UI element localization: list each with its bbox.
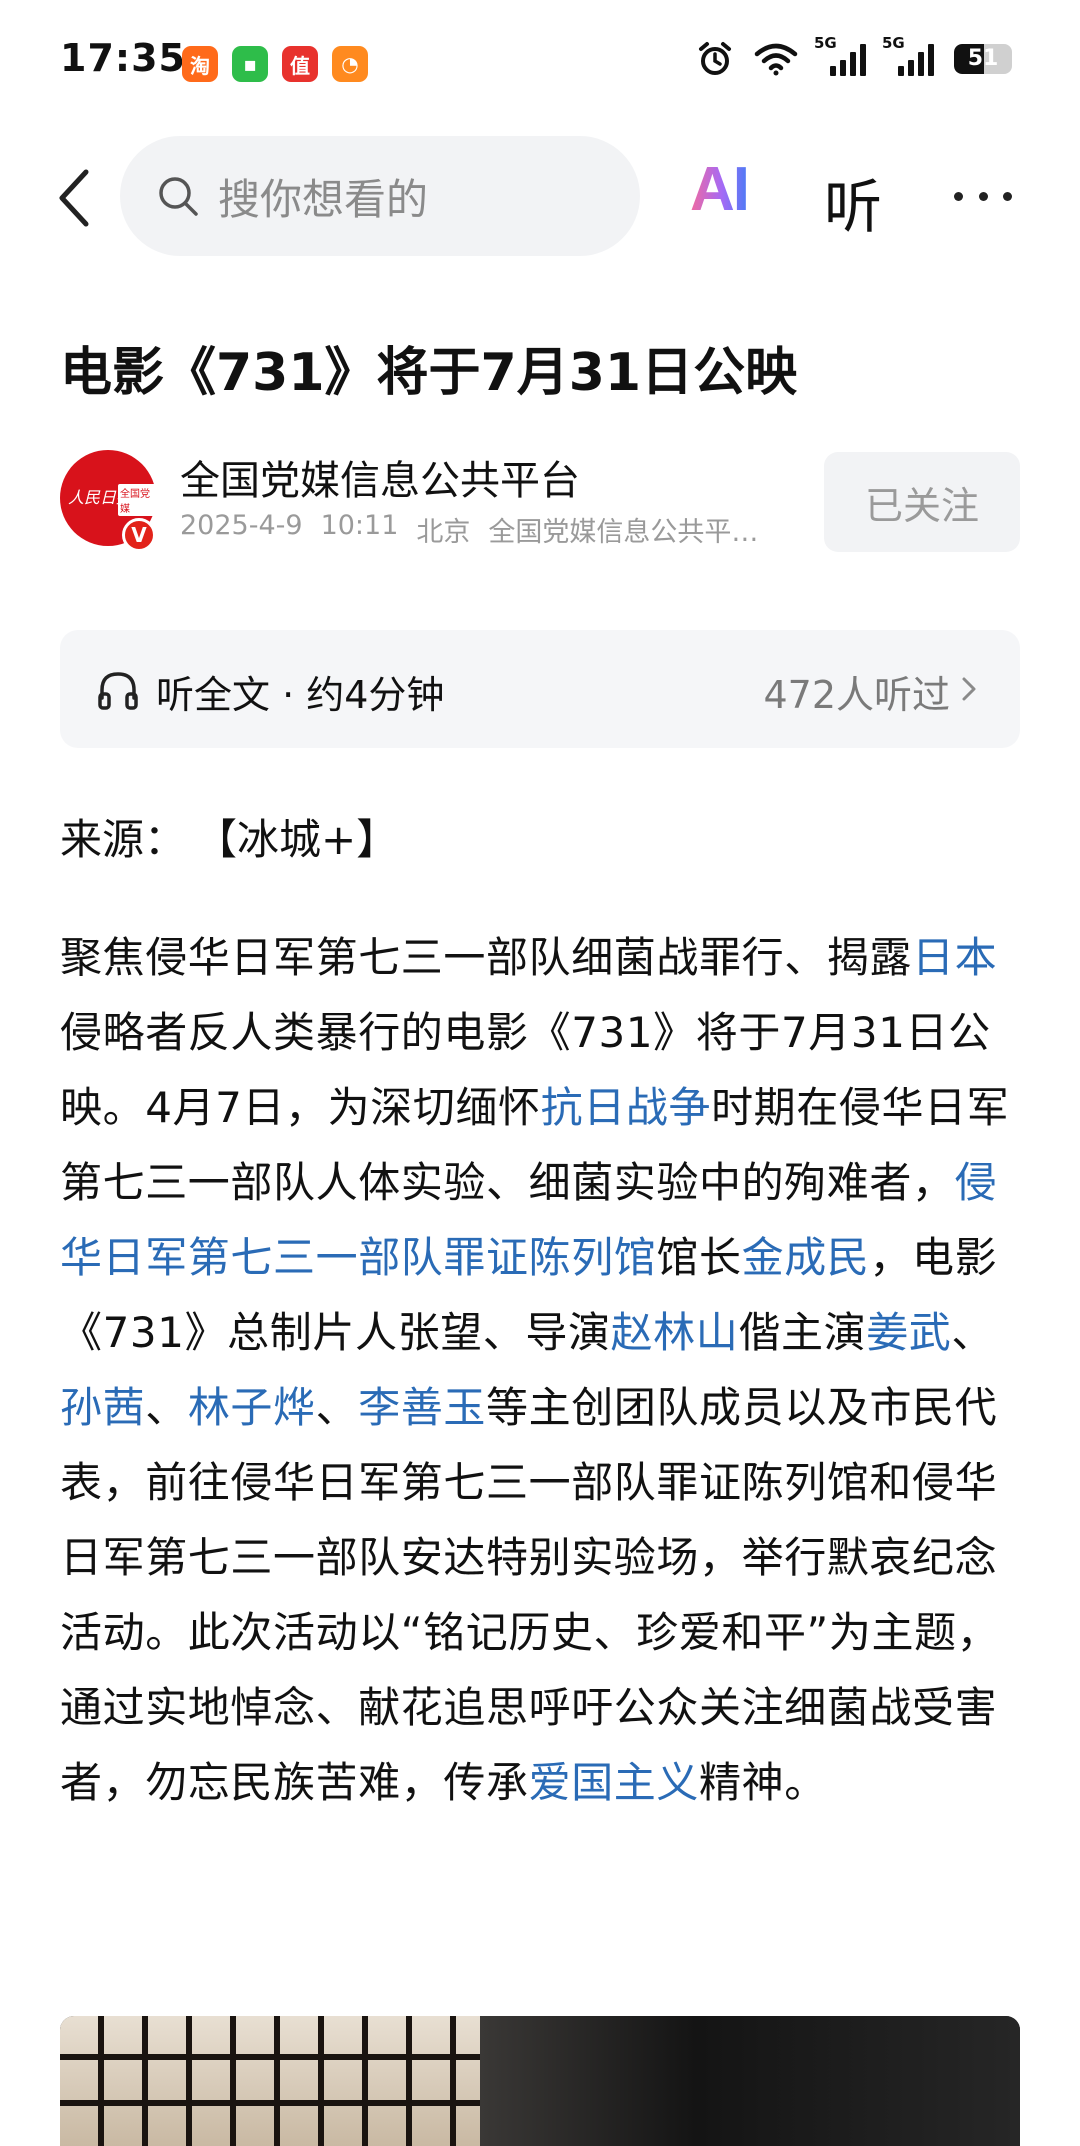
orange-app-icon: ◔ (332, 46, 368, 82)
more-dot-icon (954, 191, 963, 201)
listen-count: 472人听过 (763, 673, 950, 717)
more-dot-icon (978, 191, 988, 201)
image-memorial-wall (60, 2016, 480, 2146)
author-name[interactable]: 全国党媒信息公共平台 (180, 448, 580, 506)
publish-source: 全国党媒信息公共平… (488, 517, 759, 548)
wifi-icon (754, 43, 798, 76)
inline-link[interactable]: 林子烨 (188, 1383, 316, 1432)
body-text: 聚焦侵华日军第七三一部队细菌战罪行、揭露 (60, 933, 913, 982)
back-button[interactable] (52, 168, 96, 228)
search-icon (156, 174, 200, 218)
signal-5g-icon: 5G (814, 34, 866, 76)
inline-link[interactable]: 金成民 (742, 1233, 870, 1282)
source-line: 来源： 【冰城+】 (60, 806, 398, 867)
listen-button[interactable]: 听 (824, 160, 882, 244)
alarm-icon (699, 42, 731, 75)
chevron-right-icon (962, 677, 976, 701)
more-dot-icon (1003, 191, 1012, 201)
more-options-button[interactable] (954, 176, 1012, 216)
image-dark-region (480, 2016, 1020, 2146)
body-text: 等主创团队成员以及市民代表，前往侵华日军第七三一部队罪证陈列馆和侵华日军第七三一… (60, 1383, 1000, 1807)
article-title: 电影《731》将于7月31日公映 (60, 343, 798, 403)
author-row: 人民日报 全国党媒 V 全国党媒信息公共平台 2025-4-9 10:11 北京… (60, 444, 1020, 554)
inline-link[interactable]: 孙茜 (60, 1383, 145, 1432)
source-value: 【冰城+】 (216, 815, 399, 864)
headphone-icon (98, 672, 138, 710)
listen-full-text-bar[interactable]: 听全文 · 约4分钟 472人听过 (60, 630, 1020, 748)
network-type-label: 5G (814, 34, 837, 52)
body-text: 、 (315, 1383, 359, 1432)
publish-location: 北京 (416, 517, 471, 548)
body-text: 馆长 (656, 1233, 742, 1282)
signal-5g-icon: 5G (882, 34, 934, 76)
author-avatar[interactable]: 人民日报 全国党媒 V (60, 450, 156, 552)
battery-level: 51 (967, 46, 999, 71)
status-app-icons: 淘 ▪ 值 ◔ (182, 46, 368, 82)
avatar-logo-tag: 全国党媒 (118, 484, 156, 516)
article-body: 聚焦侵华日军第七三一部队细菌战罪行、揭露日本侵略者反人类暴行的电影《731》将于… (60, 920, 1020, 1820)
network-type-label: 5G (882, 34, 905, 52)
author-meta: 2025-4-9 10:11 北京 全国党媒信息公共平… (180, 510, 758, 549)
follow-button[interactable]: 已关注 (824, 452, 1020, 552)
listen-label: 听全文 · 约4分钟 (156, 673, 445, 717)
body-text: 、 (951, 1308, 995, 1357)
inline-link[interactable]: 抗日战争 (541, 1083, 711, 1132)
search-placeholder: 搜你想看的 (218, 174, 429, 224)
verified-badge-icon: V (122, 518, 156, 552)
article-image[interactable] (60, 2016, 1020, 2146)
battery-icon: 51 (954, 44, 1012, 74)
status-indicators: 5G 5G 51 (696, 34, 1012, 78)
ai-button[interactable]: AI (690, 154, 750, 225)
body-text: 、 (145, 1383, 188, 1432)
deals-app-icon: 值 (282, 46, 318, 82)
publish-date: 2025-4-9 (180, 510, 303, 541)
chat-app-icon: ▪ (232, 46, 268, 82)
inline-link[interactable]: 爱国主义 (529, 1758, 699, 1807)
inline-link[interactable]: 赵林山 (611, 1308, 739, 1357)
taobao-app-icon: 淘 (182, 46, 218, 82)
inline-link[interactable]: 李善玉 (358, 1383, 486, 1432)
publish-time: 10:11 (320, 510, 399, 541)
status-time: 17:35 (60, 36, 186, 80)
body-text: 精神。 (699, 1758, 827, 1807)
inline-link[interactable]: 日本 (912, 933, 997, 982)
status-bar: 17:35 淘 ▪ 值 ◔ 5G 5G 51 (0, 0, 1080, 130)
inline-link[interactable]: 姜武 (866, 1308, 951, 1357)
search-input[interactable]: 搜你想看的 (120, 136, 640, 256)
chevron-left-icon (59, 169, 89, 227)
source-label: 来源： (60, 815, 187, 864)
body-text: 偕主演 (738, 1308, 867, 1357)
